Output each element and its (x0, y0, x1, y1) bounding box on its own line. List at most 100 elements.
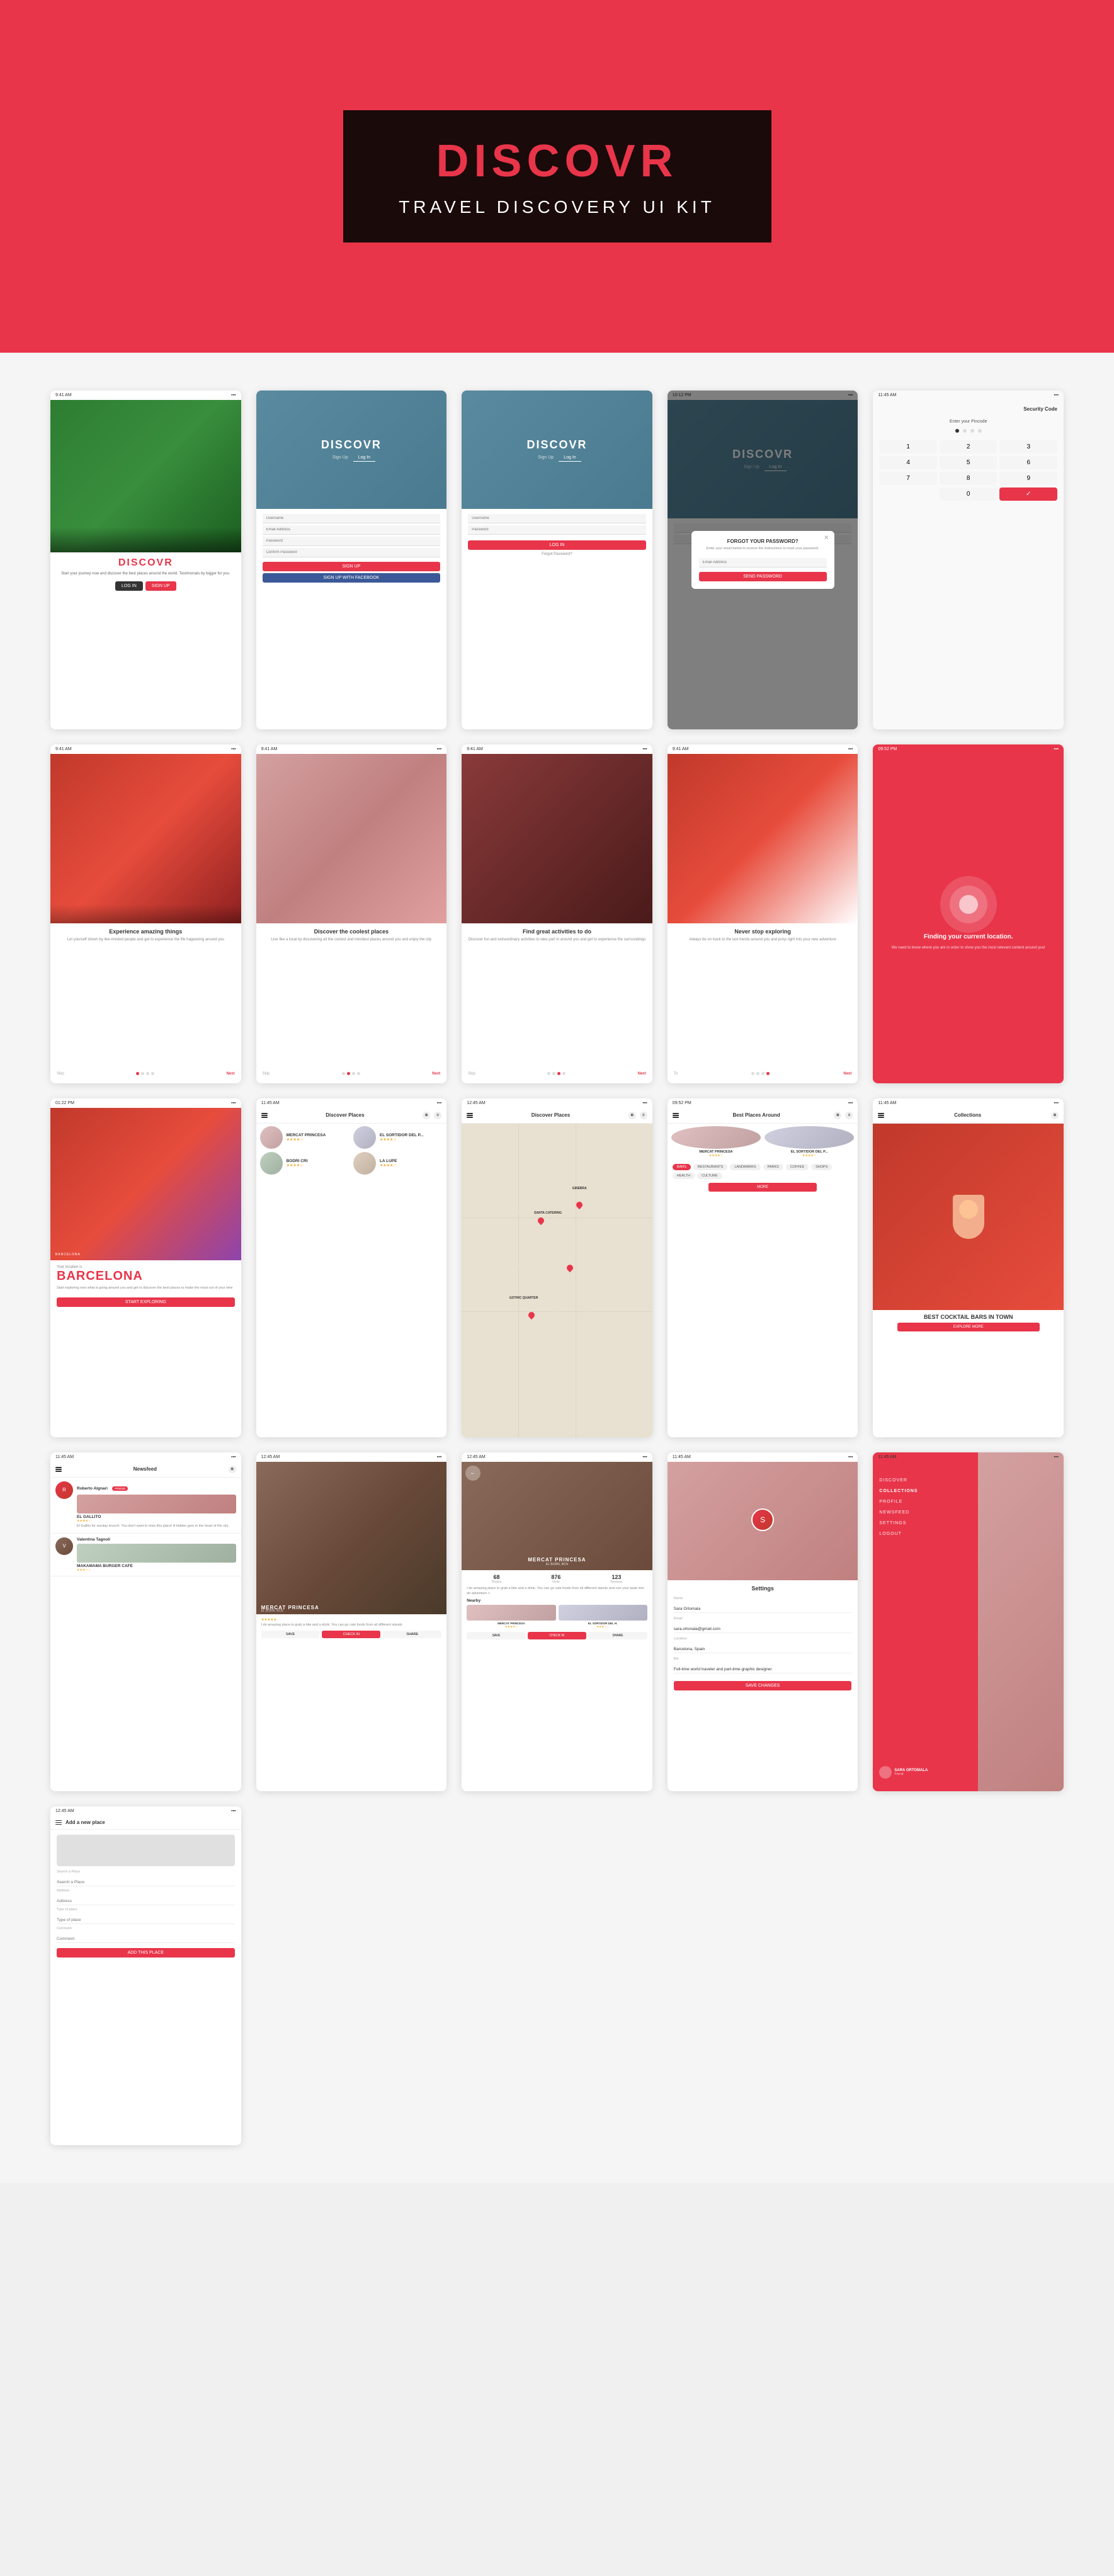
carousel-1-skip[interactable]: Skip (57, 1072, 64, 1076)
search-icon[interactable]: ⊕ (423, 1112, 430, 1119)
nf-search-icon[interactable]: ⊕ (229, 1466, 236, 1473)
checkin-btn-pd[interactable]: CHECK IN (322, 1631, 380, 1638)
menu-item-collections[interactable]: COLLECTIONS (879, 1486, 971, 1496)
share-btn-full[interactable]: SHARE (588, 1632, 647, 1639)
modal-email[interactable] (699, 558, 827, 567)
more-button[interactable]: MORE (708, 1183, 817, 1192)
carousel-3-next[interactable]: Next (638, 1072, 646, 1076)
screen-pincode: 11:45 AM ▪▪▪ Security Code Enter your Pi… (873, 390, 1064, 729)
settings-bio-input[interactable] (674, 1666, 852, 1673)
pin-key-9[interactable]: 9 (999, 472, 1057, 485)
col-hamburger[interactable] (878, 1113, 884, 1118)
login-button[interactable]: LOG IN (115, 581, 143, 591)
menu-item-newsfeed[interactable]: NEWSFEED (879, 1507, 971, 1518)
map-view[interactable]: SANTA CATERING GOTHIC QUARTER GINEBRA (462, 1124, 652, 1437)
send-password-btn[interactable]: SEND PASSWORD (699, 572, 827, 581)
menu-item-settings[interactable]: SETTINGS (879, 1518, 971, 1529)
cat-row: BARS RESTAURANTS LANDMARKS PARKS COFFEE … (673, 1164, 853, 1179)
fb-signup[interactable]: SIGN UP WITH FACEBOOK (263, 573, 441, 583)
save-btn-pd[interactable]: SAVE (261, 1631, 320, 1638)
carousel-2-skip[interactable]: Skip (263, 1072, 270, 1076)
hamburger-icon[interactable] (261, 1113, 268, 1118)
confirm-field[interactable] (263, 548, 441, 557)
pin-key-0[interactable]: 0 (940, 487, 997, 501)
tab-login[interactable]: Log In (353, 454, 375, 462)
carousel-3-skip[interactable]: Skip (468, 1072, 475, 1076)
modal-close-btn[interactable]: ✕ (824, 535, 829, 542)
email-field[interactable] (263, 525, 441, 535)
nearby-1[interactable]: MERCAT PRINCESA ★★★★☆ (467, 1605, 555, 1629)
menu-item-discover[interactable]: DISCOVER (879, 1475, 971, 1486)
settings-email-input[interactable] (674, 1626, 852, 1633)
password-field[interactable] (263, 537, 441, 546)
carousel-4-skip[interactable]: To (674, 1072, 678, 1076)
carousel-4-next[interactable]: Next (843, 1072, 851, 1076)
pin-dot-3 (970, 429, 974, 433)
share-btn-pd[interactable]: SHARE (383, 1631, 441, 1638)
login-submit[interactable]: LOG IN (468, 540, 646, 550)
filter-icon[interactable]: ≡ (434, 1112, 441, 1119)
add-place-hamburger[interactable] (55, 1820, 62, 1825)
tab-login-login[interactable]: Log In (559, 454, 581, 462)
screen-carousel-3: 9:41 AM ▪▪▪ Find great activities to do … (462, 744, 652, 1083)
ap-search-input[interactable] (57, 1879, 235, 1886)
save-btn-full[interactable]: SAVE (467, 1632, 526, 1639)
cat-bars[interactable]: BARS (673, 1164, 691, 1170)
pin-key-8[interactable]: 8 (940, 472, 997, 485)
pin-key-7[interactable]: 7 (879, 472, 937, 485)
back-btn[interactable]: ← (465, 1466, 480, 1481)
news-item-2[interactable]: V Valentina Tagnoli MAKAMAMA BURGER CAFE… (50, 1534, 241, 1576)
signup-submit[interactable]: SIGN UP (263, 562, 441, 571)
menu-item-profile[interactable]: PROFILE (879, 1496, 971, 1507)
cat-health[interactable]: HEALTH (673, 1173, 695, 1179)
signup-button[interactable]: SIGN UP (145, 581, 176, 591)
forgot-password-link[interactable]: Forgot Password? (468, 552, 646, 556)
cat-landmarks[interactable]: LANDMARKS (730, 1164, 760, 1170)
explore-more-btn[interactable]: EXPLORE MORE (897, 1323, 1040, 1331)
pin-key-check[interactable]: ✓ (999, 487, 1057, 501)
filter-search-icon[interactable]: ⊕ (834, 1112, 841, 1119)
map-hamburger[interactable] (467, 1113, 473, 1118)
ap-type-input[interactable] (57, 1917, 235, 1924)
settings-name-input[interactable] (674, 1605, 852, 1613)
save-changes-btn[interactable]: SAVE CHANGES (674, 1681, 852, 1690)
collections-search-icon[interactable]: ⊕ (1051, 1112, 1059, 1119)
screen-login: DISCOVR Sign Up Log In LOG IN Forgot Pas… (462, 390, 652, 729)
login-username[interactable] (468, 514, 646, 523)
ap-address-input[interactable] (57, 1898, 235, 1905)
checkin-btn-full[interactable]: CHECK IN (528, 1632, 587, 1639)
nf-hamburger[interactable] (55, 1467, 62, 1472)
filter-hamburger[interactable] (673, 1113, 679, 1118)
carousel-2-next[interactable]: Next (432, 1072, 440, 1076)
pin-key-4[interactable]: 4 (879, 456, 937, 469)
tab-signup-login[interactable]: Sign Up (533, 454, 559, 462)
cat-coffee[interactable]: COFFEE (786, 1164, 809, 1170)
auth-logo-login: DISCOVR (526, 438, 587, 452)
cat-shops[interactable]: SHOPS (811, 1164, 832, 1170)
filter-filter-icon[interactable]: ≡ (845, 1112, 853, 1119)
nearby-2[interactable]: EL SORTIDOR DEL H. ★★★☆☆ (559, 1605, 647, 1629)
tab-signup[interactable]: Sign Up (327, 454, 353, 462)
pin-key-1[interactable]: 1 (879, 440, 937, 453)
settings-location-input[interactable] (674, 1646, 852, 1653)
pin-key-2[interactable]: 2 (940, 440, 997, 453)
cat-culture[interactable]: CULTURE (697, 1173, 722, 1179)
cat-parks[interactable]: PARKS (763, 1164, 783, 1170)
pin-key-5[interactable]: 5 (940, 456, 997, 469)
map-search-icon[interactable]: ⊕ (628, 1112, 636, 1119)
carousel-1-next[interactable]: Next (227, 1072, 235, 1076)
news-item-1[interactable]: R Roberto Algnari FRIEND EL GALLITO ★★★★… (50, 1478, 241, 1534)
ap-comment-input[interactable] (57, 1935, 235, 1943)
menu-item-logout[interactable]: LOGOUT (879, 1529, 971, 1539)
add-place-btn[interactable]: ADD THIS PLACE (57, 1948, 235, 1958)
username-field[interactable] (263, 514, 441, 523)
place-row-2[interactable]: BODRI CRI ★★★★☆ LA LUPE ★★★★☆ (260, 1152, 443, 1175)
place-detail-short-content: ★★★★★ I do amazing place to grab a bite … (256, 1614, 447, 1791)
start-exploring-btn[interactable]: START EXPLORING (57, 1297, 235, 1307)
cat-restaurants[interactable]: RESTAURANTS (693, 1164, 728, 1170)
pin-key-3[interactable]: 3 (999, 440, 1057, 453)
place-row-1[interactable]: MERCAT PRINCESA ★★★★☆ EL SORTIDOR DEL P.… (260, 1126, 443, 1149)
map-filter-icon[interactable]: ≡ (640, 1112, 647, 1119)
login-password[interactable] (468, 525, 646, 535)
pin-key-6[interactable]: 6 (999, 456, 1057, 469)
